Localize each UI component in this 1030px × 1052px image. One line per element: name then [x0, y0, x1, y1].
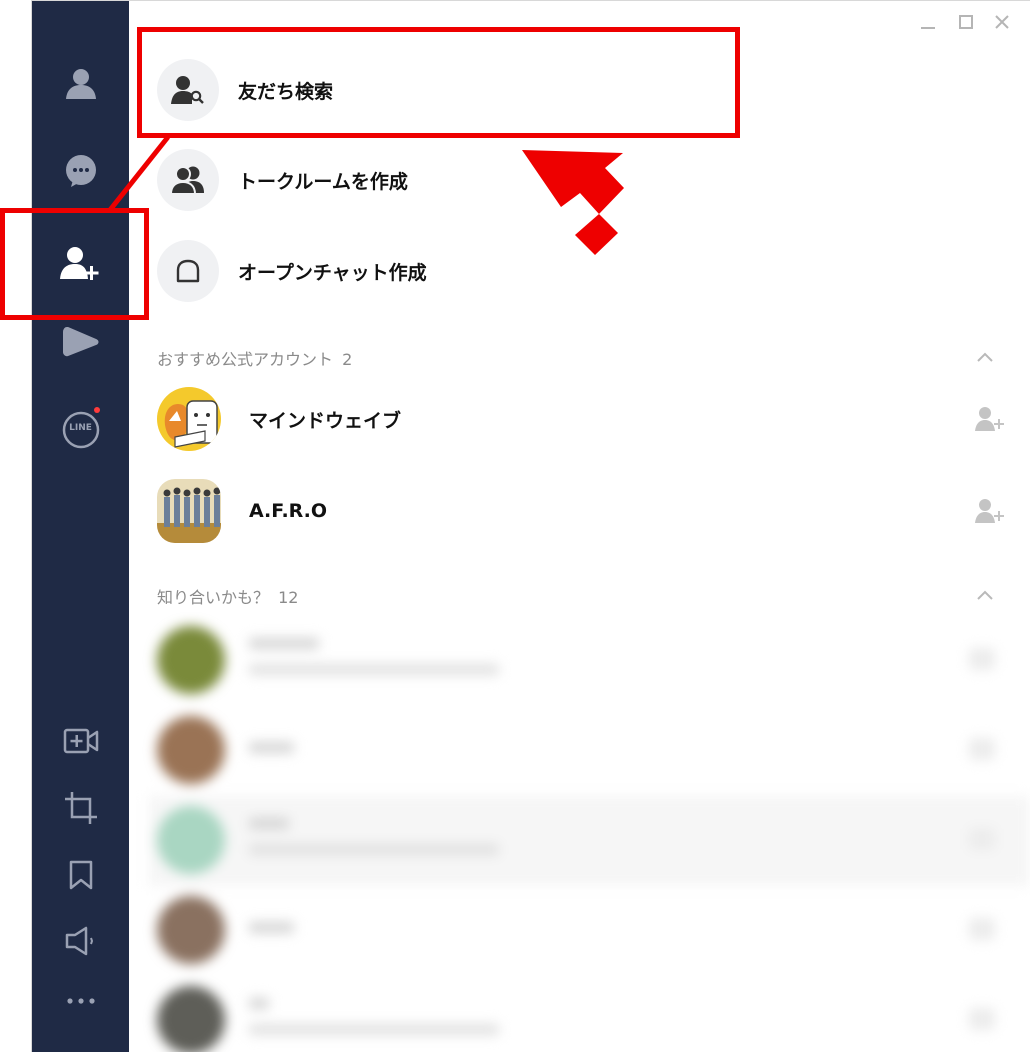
line-badge-label: LINE: [69, 423, 92, 433]
suggested-friends-list-blurred: [149, 616, 1030, 1052]
add-friends-panel: 友だち検索 トークルームを作成 オープンチャット作成 おすすめ公式アカウント 2: [129, 1, 1030, 1052]
list-item[interactable]: [149, 706, 1029, 796]
maybe-know-section-header: 知り合いかも？ 12: [157, 584, 298, 608]
video-call-icon[interactable]: [32, 711, 129, 771]
recommended-section-header: おすすめ公式アカウント 2: [157, 346, 352, 370]
menu-label-create-talk-room: トークルームを作成: [238, 170, 408, 193]
avatar: [157, 806, 225, 874]
recommended-header-label: おすすめ公式アカウント: [157, 350, 334, 369]
maybe-know-count: 12: [278, 588, 299, 607]
chats-icon[interactable]: [32, 141, 129, 201]
menu-label-friend-search: 友だち検索: [238, 80, 334, 103]
list-item[interactable]: [149, 886, 1029, 976]
account-avatar: [157, 387, 221, 451]
group-icon: [157, 149, 219, 211]
avatar: [157, 896, 225, 964]
minimize-icon[interactable]: [917, 11, 939, 33]
account-name: マインドウェイブ: [249, 409, 402, 432]
recommended-account[interactable]: マインドウェイブ: [157, 384, 1007, 454]
menu-friend-search[interactable]: 友だち検索: [157, 58, 717, 122]
menu-create-open-chat[interactable]: オープンチャット作成: [157, 239, 717, 303]
account-name: A.F.R.O: [249, 500, 328, 522]
chevron-up-icon[interactable]: [974, 584, 996, 606]
maybe-know-header-label: 知り合いかも？: [157, 588, 270, 607]
line-voom-icon[interactable]: [32, 312, 129, 372]
crop-icon[interactable]: [32, 778, 129, 838]
menu-create-talk-room[interactable]: トークルームを作成: [157, 148, 717, 212]
avatar: [157, 986, 225, 1052]
recommended-count: 2: [342, 350, 353, 369]
list-item[interactable]: [149, 616, 1029, 706]
recommended-account[interactable]: A.F.R.O: [157, 476, 1007, 546]
line-news-icon[interactable]: LINE: [32, 400, 129, 460]
account-avatar: [157, 479, 221, 543]
add-friend-icon[interactable]: [973, 405, 1007, 433]
notification-dot: [93, 407, 100, 413]
close-icon[interactable]: [991, 11, 1013, 33]
announcement-icon[interactable]: [32, 911, 129, 971]
person-search-icon: [157, 59, 219, 121]
line-window: LINE 友だち検索 トークルームを作成 オープンチャット作成 おすすめ公式アカ…: [31, 0, 1030, 1052]
sidebar: LINE: [32, 1, 129, 1052]
add-friends-icon[interactable]: [32, 233, 129, 293]
chevron-up-icon[interactable]: [974, 346, 996, 368]
avatar: [157, 716, 225, 784]
list-item[interactable]: [149, 796, 1029, 886]
bookmark-icon[interactable]: [32, 845, 129, 905]
friends-icon[interactable]: [32, 53, 129, 113]
list-item[interactable]: [149, 976, 1029, 1052]
avatar: [157, 626, 225, 694]
open-chat-icon: [157, 240, 219, 302]
menu-label-create-open-chat: オープンチャット作成: [238, 261, 427, 284]
maximize-icon[interactable]: [955, 11, 977, 33]
add-friend-icon[interactable]: [973, 497, 1007, 525]
more-icon[interactable]: [32, 971, 129, 1031]
